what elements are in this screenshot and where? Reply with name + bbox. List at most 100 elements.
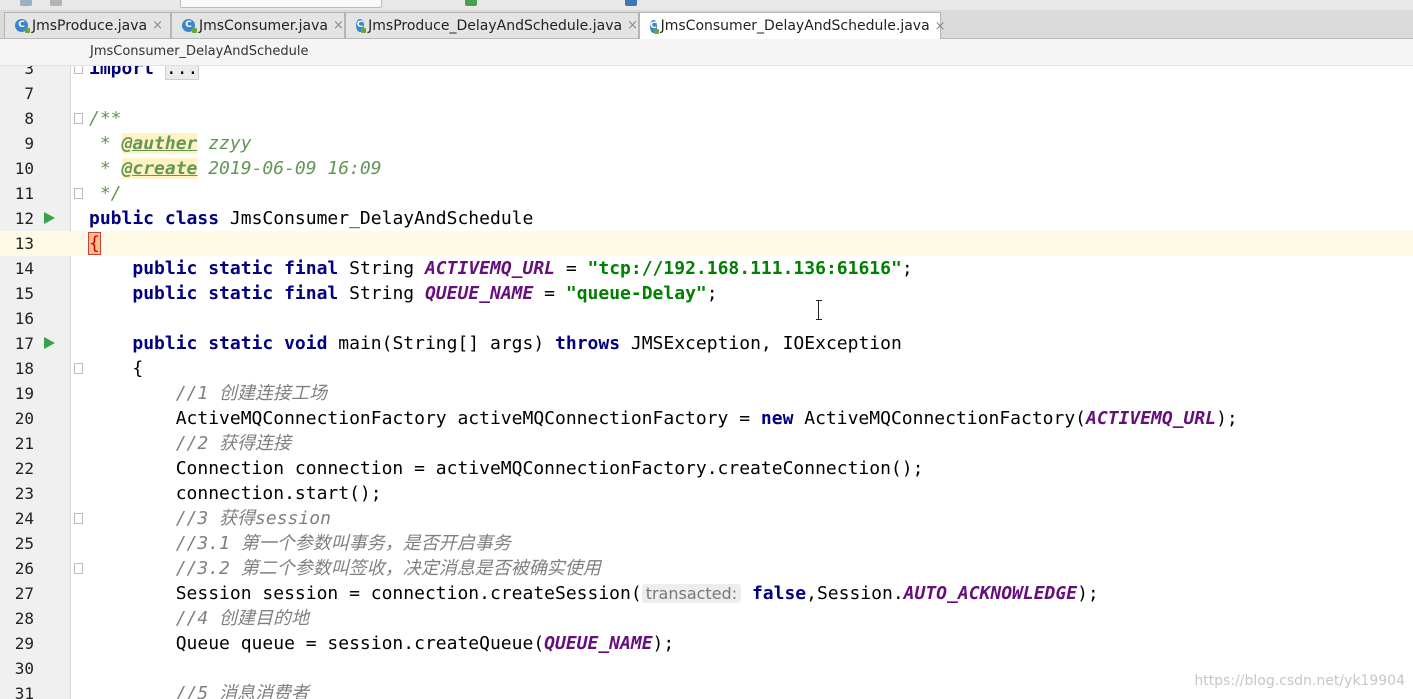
code-line[interactable]: 18 { [0, 356, 1413, 381]
tab-jmsproduce-delayandschedule[interactable]: C JmsProduce_DelayAndSchedule.java × [345, 12, 639, 38]
code-line[interactable]: 10 * @create 2019-06-09 16:09 [0, 156, 1413, 181]
code-token: new [760, 408, 805, 429]
code-line[interactable]: 29 Queue queue = session.createQueue(QUE… [0, 631, 1413, 656]
code-token: public class [89, 208, 230, 229]
code-line[interactable]: 14 public static final String ACTIVEMQ_U… [0, 256, 1413, 281]
fold-icon[interactable] [74, 113, 83, 124]
code-text: ActiveMQConnectionFactory activeMQConnec… [89, 406, 1238, 431]
code-token: //3.2 第二个参数叫签收，决定消息是否被确实使用 [175, 558, 601, 579]
toolbar-icon[interactable] [50, 0, 62, 6]
tab-label: JmsProduce_DelayAndSchedule.java [368, 17, 623, 34]
code-line[interactable]: 11 */ [0, 181, 1413, 206]
code-line[interactable]: 7 [0, 81, 1413, 106]
line-number: 25 [14, 534, 34, 553]
code-line[interactable]: 24 //3 获得session [0, 506, 1413, 531]
tab-jmsproduce[interactable]: C JmsProduce.java × [4, 12, 171, 38]
java-class-icon: C [650, 19, 659, 34]
code-token: Queue queue = session.createQueue( [89, 633, 545, 654]
code-token: ; [901, 258, 913, 279]
close-icon[interactable]: × [333, 18, 344, 33]
code-line[interactable]: 17 public static void main(String[] args… [0, 331, 1413, 356]
code-text: public static final String QUEUE_NAME = … [89, 281, 718, 306]
code-token: { [89, 358, 144, 379]
code-line[interactable]: 26 //3.2 第二个参数叫签收，决定消息是否被确实使用 [0, 556, 1413, 581]
fold-icon[interactable] [74, 363, 83, 374]
code-text: //1 创建连接工场 [89, 381, 327, 406]
code-line[interactable]: 20 ActiveMQConnectionFactory activeMQCon… [0, 406, 1413, 431]
java-class-icon: C [182, 19, 197, 33]
line-number: 8 [24, 109, 34, 128]
code-token: = [533, 283, 566, 304]
run-gutter-icon[interactable] [44, 212, 55, 224]
code-token: @create [121, 158, 198, 179]
code-line[interactable]: 23 connection.start(); [0, 481, 1413, 506]
line-number: 3 [24, 66, 34, 78]
code-token: ... [164, 66, 200, 80]
code-token: ,Session. [806, 583, 904, 604]
code-line[interactable]: 27 Session session = connection.createSe… [0, 581, 1413, 606]
fold-icon[interactable] [74, 188, 83, 199]
code-token: //4 创建目的地 [175, 608, 310, 629]
fold-icon[interactable] [74, 563, 83, 574]
tab-jmsconsumer[interactable]: C JmsConsumer.java × [171, 12, 345, 38]
code-line[interactable]: 9 * @auther zzyy [0, 131, 1413, 156]
line-number: 19 [14, 384, 34, 403]
code-token: //2 获得连接 [175, 433, 292, 454]
code-token: //1 创建连接工场 [175, 383, 328, 404]
code-text: /** [89, 106, 122, 131]
line-number: 16 [14, 309, 34, 328]
tab-jmsconsumer-delayandschedule[interactable]: C JmsConsumer_DelayAndSchedule.java × [639, 12, 946, 39]
code-line[interactable]: 8 /** [0, 106, 1413, 131]
code-line[interactable]: 12 public class JmsConsumer_DelayAndSched… [0, 206, 1413, 231]
close-icon[interactable]: × [627, 18, 638, 33]
fold-icon[interactable] [74, 513, 83, 524]
line-number: 21 [14, 434, 34, 453]
line-number: 31 [14, 684, 34, 699]
line-number: 15 [14, 284, 34, 303]
line-number: 11 [14, 184, 34, 203]
code-line[interactable]: 21 //2 获得连接 [0, 431, 1413, 456]
code-token: ; [706, 283, 718, 304]
code-token: Session session = connection.createSessi… [89, 583, 642, 604]
code-editor[interactable]: 3 import ... 7 8/** 9 * @auther zzyy 10 * @cr… [0, 66, 1413, 699]
run-icon[interactable] [465, 0, 477, 6]
code-line[interactable]: 13 { [0, 231, 1413, 256]
code-text: * @create 2019-06-09 16:09 [89, 156, 382, 181]
code-line[interactable]: 16 [0, 306, 1413, 331]
code-token: JMSException, IOException [630, 333, 902, 354]
toolbar-icon[interactable] [20, 0, 32, 6]
code-line[interactable]: 22 Connection connection = activeMQConne… [0, 456, 1413, 481]
code-text: //5 消息消费者 [89, 681, 309, 699]
code-token: * [89, 158, 122, 179]
code-line[interactable]: 3 import ... [0, 66, 1413, 81]
fold-icon[interactable] [74, 66, 83, 74]
line-number: 20 [14, 409, 34, 428]
close-icon[interactable]: × [935, 19, 946, 34]
run-config-selector[interactable] [180, 0, 382, 8]
close-icon[interactable]: × [152, 18, 163, 33]
code-line[interactable]: 28 //4 创建目的地 [0, 606, 1413, 631]
run-gutter-icon[interactable] [44, 337, 55, 349]
code-token: /** [89, 108, 122, 129]
code-text: //3.2 第二个参数叫签收，决定消息是否被确实使用 [89, 556, 601, 581]
code-line[interactable]: 15 public static final String QUEUE_NAME… [0, 281, 1413, 306]
line-number: 10 [14, 159, 34, 178]
tab-label: JmsConsumer_DelayAndSchedule.java [660, 18, 930, 34]
code-text: Session session = connection.createSessi… [89, 581, 1099, 606]
code-text: Queue queue = session.createQueue(QUEUE_… [89, 631, 675, 656]
code-line[interactable]: 25 //3.1 第一个参数叫事务，是否开启事务 [0, 531, 1413, 556]
code-token: Connection connection = activeMQConnecti… [89, 458, 924, 479]
breadcrumb[interactable]: JmsConsumer_DelayAndSchedule [90, 44, 308, 59]
code-token: = [555, 258, 588, 279]
code-token: QUEUE_NAME [544, 633, 653, 654]
line-number: 28 [14, 609, 34, 628]
toolbar-icon[interactable] [625, 0, 637, 6]
line-number: 23 [14, 484, 34, 503]
line-number: 22 [14, 459, 34, 478]
line-number: 12 [14, 209, 34, 228]
code-line[interactable]: 19 //1 创建连接工场 [0, 381, 1413, 406]
